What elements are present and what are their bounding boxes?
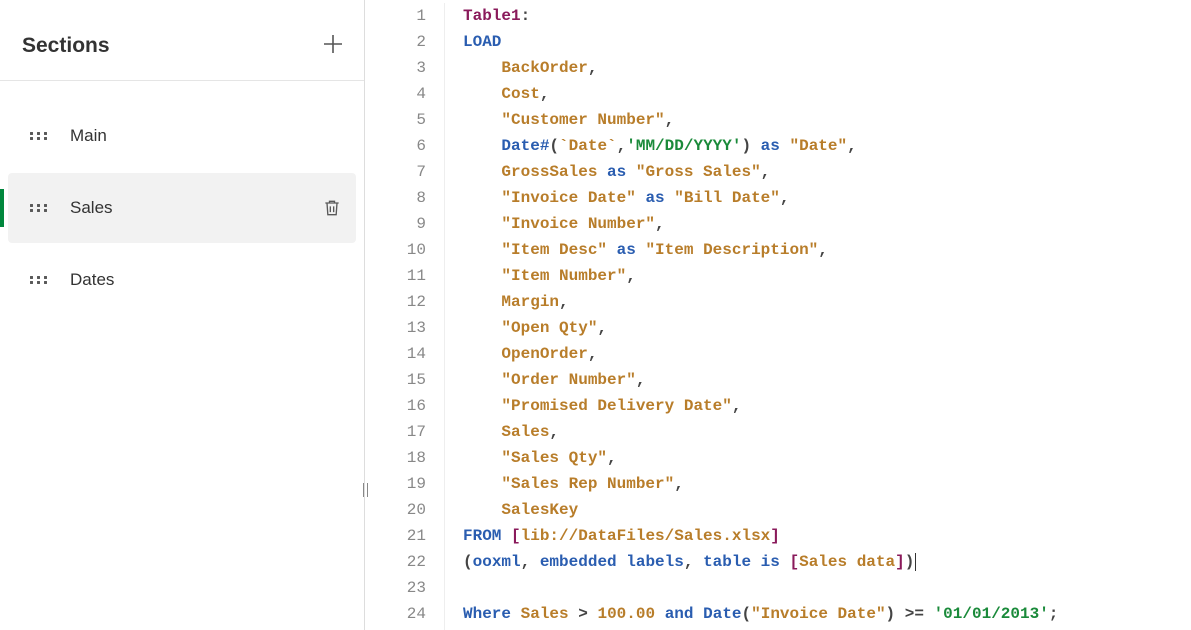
line-number: 23 — [365, 575, 426, 601]
line-number: 3 — [365, 55, 426, 81]
code-line[interactable]: "Item Desc" as "Item Description", — [463, 237, 1191, 263]
line-number: 22 — [365, 549, 426, 575]
code-line[interactable]: Where Sales > 100.00 and Date("Invoice D… — [463, 601, 1191, 627]
plus-icon — [322, 33, 344, 55]
code-line[interactable]: GrossSales as "Gross Sales", — [463, 159, 1191, 185]
line-number: 24 — [365, 601, 426, 627]
line-number: 21 — [365, 523, 426, 549]
line-number: 11 — [365, 263, 426, 289]
sections-title: Sections — [22, 34, 110, 58]
code-line[interactable]: BackOrder, — [463, 55, 1191, 81]
line-number: 18 — [365, 445, 426, 471]
grip-icon[interactable] — [30, 276, 48, 284]
sidebar-header: Sections — [0, 0, 364, 81]
line-gutter: 123456789101112131415161718192021222324 — [365, 3, 445, 630]
line-number: 5 — [365, 107, 426, 133]
sidebar: Sections Main Sales Dates — [0, 0, 365, 630]
line-number: 2 — [365, 29, 426, 55]
code-line[interactable]: Sales, — [463, 419, 1191, 445]
sidebar-item-sales[interactable]: Sales — [8, 173, 356, 243]
code-line[interactable] — [463, 575, 1191, 601]
line-number: 12 — [365, 289, 426, 315]
code-line[interactable]: Date#(`Date`,'MM/DD/YYYY') as "Date", — [463, 133, 1191, 159]
code-line[interactable]: LOAD — [463, 29, 1191, 55]
sidebar-item-label: Main — [70, 126, 342, 146]
line-number: 8 — [365, 185, 426, 211]
code-line[interactable]: (ooxml, embedded labels, table is [Sales… — [463, 549, 1191, 575]
line-number: 9 — [365, 211, 426, 237]
code-line[interactable]: "Order Number", — [463, 367, 1191, 393]
line-number: 15 — [365, 367, 426, 393]
grip-icon[interactable] — [30, 204, 48, 212]
line-number: 1 — [365, 3, 426, 29]
code-line[interactable]: Cost, — [463, 81, 1191, 107]
code-line[interactable]: "Invoice Date" as "Bill Date", — [463, 185, 1191, 211]
line-number: 17 — [365, 419, 426, 445]
code-line[interactable]: "Invoice Number", — [463, 211, 1191, 237]
sidebar-item-label: Dates — [70, 270, 342, 290]
sidebar-item-main[interactable]: Main — [8, 101, 356, 171]
line-number: 13 — [365, 315, 426, 341]
line-number: 14 — [365, 341, 426, 367]
sidebar-item-dates[interactable]: Dates — [8, 245, 356, 315]
line-number: 7 — [365, 159, 426, 185]
code-line[interactable]: "Sales Qty", — [463, 445, 1191, 471]
sidebar-item-label: Sales — [70, 198, 322, 218]
code-editor[interactable]: 123456789101112131415161718192021222324 … — [365, 0, 1191, 630]
line-number: 19 — [365, 471, 426, 497]
line-number: 20 — [365, 497, 426, 523]
trash-icon[interactable] — [322, 197, 342, 219]
code-line[interactable]: FROM [lib://DataFiles/Sales.xlsx] — [463, 523, 1191, 549]
code-area[interactable]: Table1:LOAD BackOrder, Cost, "Customer N… — [445, 3, 1191, 630]
line-number: 10 — [365, 237, 426, 263]
add-section-button[interactable] — [322, 32, 344, 60]
line-number: 16 — [365, 393, 426, 419]
code-line[interactable]: Table1: — [463, 3, 1191, 29]
code-line[interactable]: "Promised Delivery Date", — [463, 393, 1191, 419]
grip-icon[interactable] — [30, 132, 48, 140]
code-line[interactable]: "Sales Rep Number", — [463, 471, 1191, 497]
code-line[interactable]: Margin, — [463, 289, 1191, 315]
code-line[interactable]: SalesKey — [463, 497, 1191, 523]
code-line[interactable]: OpenOrder, — [463, 341, 1191, 367]
line-number: 6 — [365, 133, 426, 159]
code-line[interactable]: "Customer Number", — [463, 107, 1191, 133]
sections-list: Main Sales Dates — [0, 81, 364, 317]
code-line[interactable]: "Open Qty", — [463, 315, 1191, 341]
line-number: 4 — [365, 81, 426, 107]
code-line[interactable]: "Item Number", — [463, 263, 1191, 289]
